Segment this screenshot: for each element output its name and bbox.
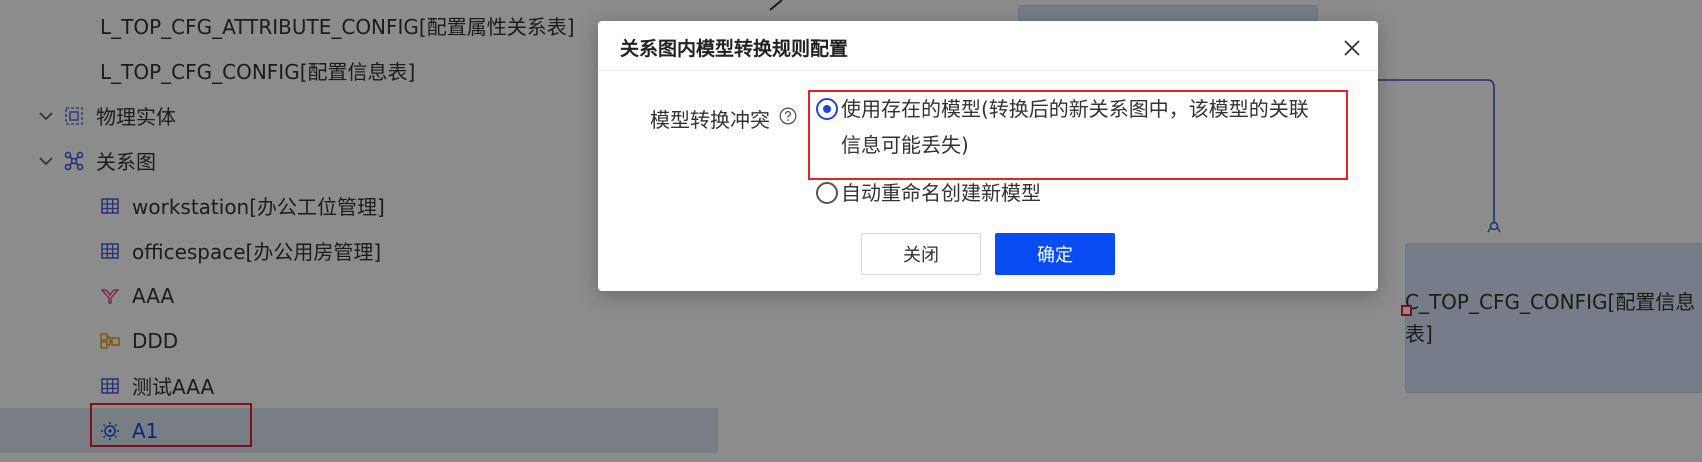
option-use-existing-model-line1[interactable]: 使用存在的模型(转换后的新关系图中，该模型的关联 (841, 91, 1309, 127)
radio-use-existing-model[interactable] (816, 98, 838, 120)
option-auto-rename-new-model[interactable]: 自动重命名创建新模型 (841, 175, 1041, 211)
help-icon[interactable] (779, 107, 797, 125)
radio-auto-rename-new-model[interactable] (816, 182, 838, 204)
model-conversion-rule-dialog: 关系图内模型转换规则配置 模型转换冲突 使用存在的模型(转换后的新关系图中，该模… (598, 21, 1378, 291)
dialog-header: 关系图内模型转换规则配置 (598, 21, 1378, 71)
close-icon[interactable] (1343, 39, 1361, 57)
close-button[interactable]: 关闭 (861, 233, 981, 275)
option-use-existing-model-line2[interactable]: 信息可能丢失) (841, 127, 969, 163)
dialog-title: 关系图内模型转换规则配置 (620, 38, 849, 60)
conversion-conflict-label: 模型转换冲突 (650, 108, 770, 132)
confirm-button[interactable]: 确定 (995, 233, 1115, 275)
